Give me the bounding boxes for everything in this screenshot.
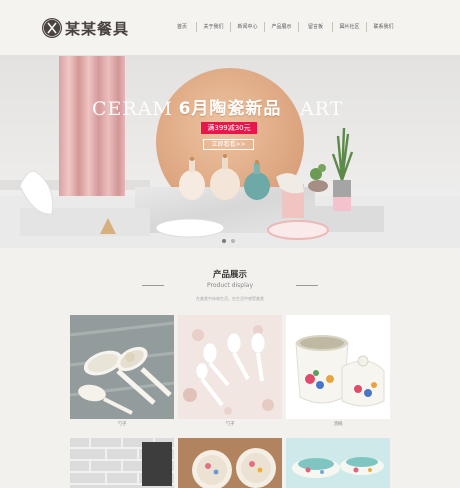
product-card[interactable] — [178, 438, 282, 488]
banner-bg-word-left: CERAM — [92, 98, 173, 120]
white-spoons-icon — [178, 315, 282, 419]
product-card[interactable] — [178, 315, 282, 419]
nav-item-community[interactable]: 図片社区 — [332, 22, 366, 32]
utensils-icon — [42, 18, 62, 38]
brand-name: 某某餐具 — [65, 19, 130, 38]
soup-tureen-icon — [286, 315, 390, 419]
product-caption: 勺子 — [225, 422, 235, 427]
slide-dot-1[interactable] — [222, 239, 226, 243]
product-caption: 汤碗 — [333, 422, 343, 427]
product-card[interactable] — [286, 315, 390, 419]
slide-indicator — [222, 239, 240, 243]
main-nav: 首页 关于我们 新闻中心 产品展示 留言板 図片社区 联系我们 — [168, 22, 400, 32]
nav-item-news[interactable]: 新闻中心 — [230, 22, 264, 32]
ceramic-spoons-icon — [70, 315, 174, 419]
brick-wall-dishes-icon — [70, 438, 174, 488]
divider-right — [296, 285, 318, 286]
nav-item-guestbook[interactable]: 留言板 — [298, 22, 332, 32]
nav-item-products[interactable]: 产品展示 — [264, 22, 298, 32]
product-caption: 勺子 — [117, 422, 127, 427]
products-description: 在美食中体味生活，在生活中感受美食 — [196, 296, 264, 301]
floral-bowls-icon — [178, 438, 282, 488]
promo-badge: 满399减30元 — [201, 122, 257, 134]
view-now-button[interactable]: 立即看看>> — [203, 139, 254, 150]
product-card[interactable] — [286, 438, 390, 488]
product-card[interactable] — [70, 315, 174, 419]
products-title: 产品展示 — [212, 270, 247, 280]
teacups-icon — [286, 438, 390, 488]
products-subtitle: Product display — [207, 282, 253, 289]
nav-item-home[interactable]: 首页 — [168, 22, 196, 32]
banner-illustration — [0, 56, 460, 248]
banner-title: 6月陶瓷新品 — [178, 99, 282, 119]
nav-item-contact[interactable]: 联系我们 — [366, 22, 400, 32]
nav-item-about[interactable]: 关于我们 — [196, 22, 230, 32]
banner-bg-word-right: ART — [300, 98, 344, 120]
slide-dot-2[interactable] — [231, 239, 235, 243]
product-card[interactable] — [70, 438, 174, 488]
hero-banner[interactable]: CERAM ART 6月陶瓷新品 满399减30元 立即看看>> — [0, 56, 460, 248]
logo[interactable]: 某某餐具 — [42, 16, 129, 40]
header: 某某餐具 首页 关于我们 新闻中心 产品展示 留言板 図片社区 联系我们 — [0, 0, 460, 56]
